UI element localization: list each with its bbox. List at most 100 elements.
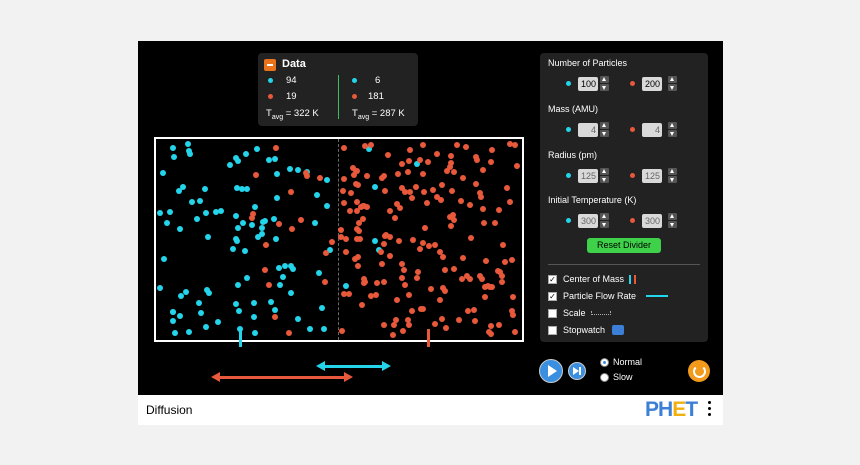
red-particle-icon bbox=[352, 94, 357, 99]
right-cyan-count: 6 bbox=[375, 75, 381, 86]
particle bbox=[393, 317, 400, 324]
speed-normal-radio[interactable] bbox=[600, 358, 609, 367]
particle bbox=[437, 197, 444, 204]
particle bbox=[324, 177, 331, 184]
cyan-particle-icon bbox=[566, 127, 571, 132]
particle bbox=[371, 238, 378, 245]
scale-checkbox[interactable] bbox=[548, 309, 557, 318]
particle bbox=[252, 204, 259, 211]
red-mass-spinner[interactable]: 4 bbox=[642, 123, 662, 137]
particle bbox=[468, 234, 475, 241]
particle bbox=[408, 195, 415, 202]
particle bbox=[460, 254, 467, 261]
red-temperature-arrows[interactable] bbox=[668, 213, 677, 229]
left-avg-temperature: Tavg = 322 K bbox=[266, 108, 319, 121]
particle bbox=[229, 246, 236, 253]
particle bbox=[242, 150, 249, 157]
red-radius-spinner[interactable]: 125 bbox=[642, 169, 662, 183]
red-radius-arrows[interactable] bbox=[668, 168, 677, 184]
particle bbox=[398, 161, 405, 167]
red-particle-count-spinner[interactable]: 200 bbox=[642, 77, 662, 91]
particle bbox=[177, 312, 184, 319]
cyan-radius-arrows[interactable] bbox=[600, 168, 609, 184]
phet-logo[interactable]: PHET bbox=[645, 398, 698, 422]
menu-dots-icon[interactable] bbox=[708, 401, 712, 419]
particle bbox=[381, 240, 388, 247]
particle bbox=[282, 263, 289, 270]
particle bbox=[499, 278, 506, 285]
particle bbox=[196, 197, 203, 204]
mass-label: Mass (AMU) bbox=[548, 104, 598, 114]
cyan-mass-spinner[interactable]: 4 bbox=[578, 123, 598, 137]
particle bbox=[431, 241, 438, 248]
particle bbox=[355, 262, 362, 269]
particle bbox=[188, 199, 195, 206]
particle bbox=[205, 234, 212, 241]
particle bbox=[501, 259, 508, 266]
particle bbox=[447, 153, 454, 160]
particle bbox=[454, 142, 461, 149]
red-temperature-spinner[interactable]: 300 bbox=[642, 214, 662, 228]
particle bbox=[295, 167, 302, 174]
particle bbox=[340, 145, 347, 152]
particle bbox=[450, 216, 457, 223]
red-count-arrows[interactable] bbox=[668, 76, 677, 92]
red-particle-icon bbox=[630, 173, 635, 178]
particle bbox=[350, 171, 357, 178]
particle bbox=[399, 275, 406, 282]
cyan-center-of-mass-marker bbox=[239, 329, 242, 347]
data-divider bbox=[338, 75, 339, 119]
cyan-particle-icon bbox=[352, 78, 357, 83]
particle bbox=[233, 235, 240, 242]
particle bbox=[470, 306, 477, 313]
particle-flow-rate-checkbox[interactable]: ✓ bbox=[548, 292, 557, 301]
particle bbox=[451, 266, 458, 273]
particle bbox=[509, 293, 516, 300]
data-panel: Data 94 19 Tavg = 322 K 6 181 Tavg = 287… bbox=[258, 53, 418, 126]
particle bbox=[406, 292, 413, 299]
stopwatch-checkbox[interactable] bbox=[548, 326, 557, 335]
particle bbox=[481, 294, 488, 301]
particle bbox=[304, 173, 311, 180]
reset-all-icon[interactable] bbox=[688, 360, 710, 382]
particle bbox=[416, 245, 423, 252]
particle bbox=[179, 183, 186, 190]
particle bbox=[412, 183, 419, 190]
cyan-mass-arrows[interactable] bbox=[600, 122, 609, 138]
particle bbox=[487, 323, 494, 330]
particle bbox=[480, 166, 487, 173]
particle bbox=[198, 309, 204, 316]
cyan-radius-spinner[interactable]: 125 bbox=[578, 169, 598, 183]
particle bbox=[311, 220, 318, 227]
cyan-count-arrows[interactable] bbox=[600, 76, 609, 92]
collapse-icon[interactable] bbox=[264, 59, 276, 71]
cyan-temperature-spinner[interactable]: 300 bbox=[578, 214, 598, 228]
particle bbox=[170, 145, 177, 151]
particle bbox=[401, 266, 408, 273]
step-forward-icon[interactable] bbox=[568, 362, 586, 380]
particle bbox=[297, 216, 304, 223]
cyan-particle-count-spinner[interactable]: 100 bbox=[578, 77, 598, 91]
cyan-temperature-arrows[interactable] bbox=[600, 213, 609, 229]
particle bbox=[390, 331, 397, 338]
center-of-mass-checkbox[interactable]: ✓ bbox=[548, 275, 557, 284]
simulation-area: Data 94 19 Tavg = 322 K 6 181 Tavg = 287… bbox=[138, 41, 723, 395]
particle bbox=[419, 239, 426, 246]
particle bbox=[253, 172, 260, 179]
particle bbox=[511, 328, 518, 335]
particle bbox=[425, 158, 432, 165]
red-particle-icon bbox=[268, 94, 273, 99]
particle bbox=[464, 307, 471, 314]
particle bbox=[286, 166, 293, 173]
speed-slow-radio[interactable] bbox=[600, 373, 609, 382]
particle bbox=[250, 299, 257, 306]
stopwatch-icon bbox=[612, 325, 624, 335]
particle bbox=[280, 274, 287, 281]
cyan-particle-icon bbox=[268, 78, 273, 83]
red-mass-arrows[interactable] bbox=[668, 122, 677, 138]
play-icon[interactable] bbox=[539, 359, 563, 383]
reset-divider-button[interactable]: Reset Divider bbox=[587, 238, 661, 253]
particle bbox=[321, 278, 328, 285]
particle bbox=[509, 257, 516, 264]
particle bbox=[253, 145, 260, 152]
